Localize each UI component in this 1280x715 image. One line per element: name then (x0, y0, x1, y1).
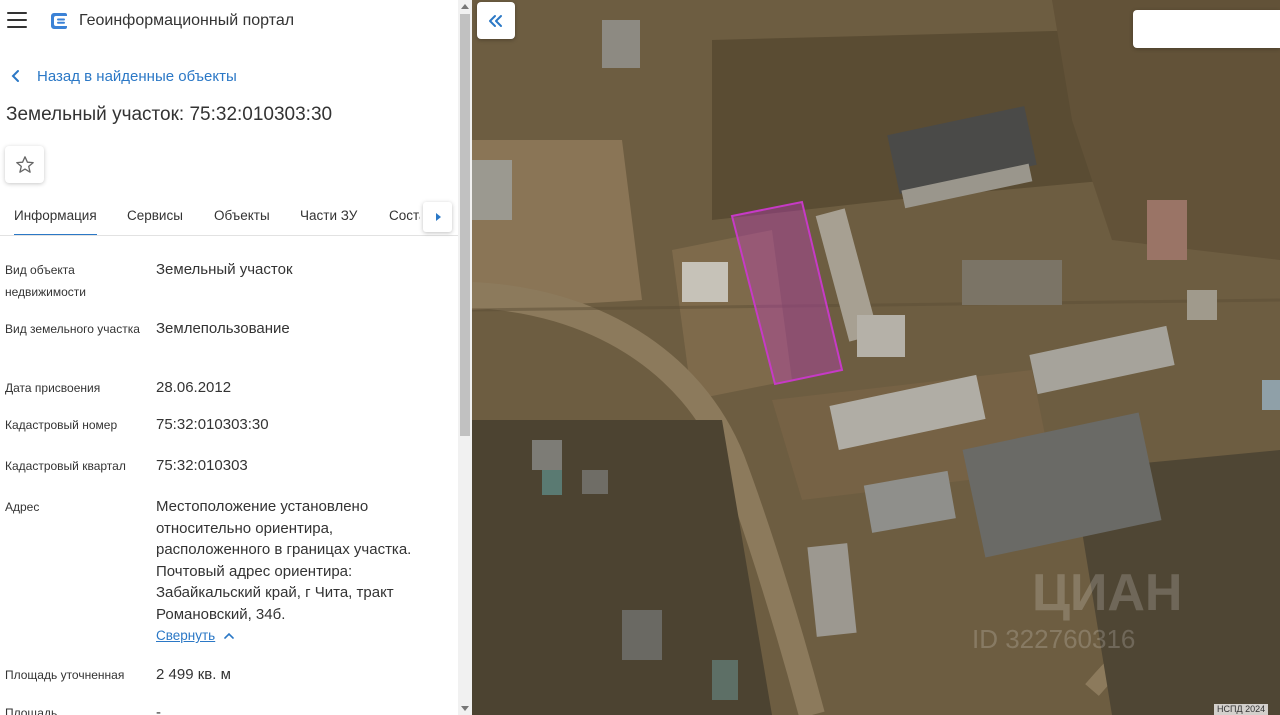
portal-logo-icon (51, 13, 67, 29)
property-label: Площадь (5, 706, 58, 715)
map-attribution: НСПД 2024 (1214, 704, 1269, 715)
chevron-up-icon (224, 632, 235, 639)
double-chevron-left-icon (489, 14, 502, 27)
object-title: Земельный участок: 75:32:010303:30 (6, 104, 333, 125)
map-watermark: ЦИАН (1032, 564, 1182, 622)
panel-scrollbar[interactable] (458, 0, 472, 715)
property-value: 75:32:010303:30 (156, 416, 269, 433)
favorite-button[interactable] (5, 146, 44, 183)
tab-services[interactable]: Сервисы (127, 208, 183, 223)
star-icon (15, 155, 34, 173)
scroll-down-icon[interactable] (461, 706, 469, 711)
back-link[interactable]: Назад в найденные объекты (11, 66, 237, 86)
collapse-panel-button[interactable] (477, 2, 515, 39)
satellite-imagery: ЦИАН ID 322760316 (472, 0, 1280, 715)
satellite-map[interactable]: ЦИАН ID 322760316 (472, 0, 1280, 715)
property-value: 75:32:010303 (156, 457, 248, 474)
map-search-input[interactable] (1133, 10, 1280, 48)
chevron-left-icon (11, 70, 19, 82)
property-value: Землепользование (156, 320, 290, 337)
scrollbar-thumb[interactable] (460, 14, 470, 436)
property-label: Адрес (5, 500, 40, 514)
property-label: Вид объекта недвижимости (5, 263, 86, 299)
info-panel: Геоинформационный портал Назад в найденн… (0, 0, 458, 715)
tab-bar: Информация Сервисы Объекты Части ЗУ Сост… (0, 196, 458, 236)
app-title: Геоинформационный портал (79, 12, 295, 29)
property-label: Дата присвоения (5, 381, 101, 395)
property-value: 28.06.2012 (156, 379, 232, 396)
tab-objects[interactable]: Объекты (214, 208, 270, 223)
property-value: Земельный участок (156, 261, 293, 278)
hamburger-icon[interactable] (7, 12, 27, 28)
svg-text:ID 322760316: ID 322760316 (972, 624, 1135, 654)
app-header: Геоинформационный портал (0, 0, 458, 42)
scroll-up-icon[interactable] (461, 4, 469, 9)
property-label: Кадастровый номер (5, 418, 118, 432)
property-label: Вид земельного участка (5, 322, 140, 336)
property-value: - (156, 704, 161, 715)
address-value: Местоположение установлено относительно … (156, 498, 412, 623)
tab-parcel-parts[interactable]: Части ЗУ (300, 208, 357, 223)
back-link-label: Назад в найденные объекты (37, 67, 237, 85)
collapse-address-link[interactable]: Свернуть (156, 628, 235, 643)
caret-right-icon (435, 213, 441, 221)
collapse-label: Свернуть (156, 628, 216, 643)
tab-information[interactable]: Информация (14, 208, 97, 235)
property-value: 2 499 кв. м (156, 666, 231, 683)
tabs-scroll-right-button[interactable] (423, 202, 452, 232)
property-label: Кадастровый квартал (5, 459, 126, 473)
property-label: Площадь уточненная (5, 668, 125, 682)
